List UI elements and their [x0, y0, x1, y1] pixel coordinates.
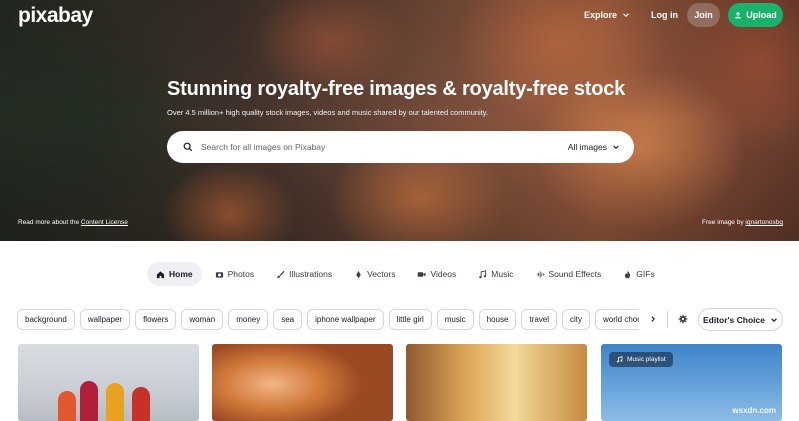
gallery-image-autumn-leaves[interactable]: [212, 344, 393, 421]
license-note: Read more about the Content License: [18, 219, 128, 226]
gif-icon: [625, 270, 631, 278]
gallery-image-market[interactable]: [406, 344, 587, 421]
upload-button[interactable]: Upload: [728, 3, 783, 27]
explore-menu[interactable]: Explore: [584, 4, 630, 26]
tab-label: Illustrations: [289, 269, 333, 279]
editors-choice-dropdown[interactable]: Editor's Choice: [698, 308, 783, 331]
tab-label: Vectors: [367, 269, 396, 279]
search-input[interactable]: [201, 142, 568, 152]
music-playlist-badge: Music playlist: [609, 352, 673, 367]
media-type-tabs: Home Photos Illustrations Vectors Videos…: [147, 262, 664, 286]
login-link[interactable]: Log in: [651, 4, 678, 26]
search-suggestion-chips: background wallpaper flowers woman money…: [17, 309, 639, 331]
chip-travel[interactable]: travel: [521, 309, 557, 330]
gear-icon: [678, 314, 688, 324]
search-icon: [183, 142, 193, 152]
tab-home[interactable]: Home: [147, 262, 202, 286]
music-icon: [616, 356, 623, 363]
video-icon: [418, 271, 426, 277]
tab-label: Sound Effects: [548, 269, 602, 279]
tab-sound-effects[interactable]: Sound Effects: [527, 262, 611, 286]
pixabay-logo[interactable]: pixabay: [18, 4, 93, 28]
brush-icon: [276, 270, 285, 278]
explore-label: Explore: [584, 10, 618, 20]
tab-vectors[interactable]: Vectors: [345, 262, 404, 286]
chip-little-girl[interactable]: little girl: [388, 309, 432, 330]
search-type-dropdown[interactable]: All images: [568, 142, 620, 152]
hero-title: Stunning royalty-free images & royalty-f…: [167, 78, 626, 100]
tab-label: Photos: [227, 269, 255, 279]
chip-wallpaper[interactable]: wallpaper: [79, 309, 131, 330]
content-license-link[interactable]: Content License: [81, 219, 128, 226]
tab-photos[interactable]: Photos: [206, 262, 263, 286]
chip-house[interactable]: house: [478, 309, 517, 330]
chip-music[interactable]: music: [436, 309, 474, 330]
camera-icon: [215, 271, 223, 278]
tab-label: Music: [491, 269, 514, 279]
chip-flowers[interactable]: flowers: [135, 309, 177, 330]
chevron-down-icon: [613, 145, 619, 149]
chips-next-button[interactable]: [646, 312, 660, 326]
watermark: wsxdn.com: [732, 406, 776, 415]
filter-settings-button[interactable]: [676, 312, 690, 326]
tab-gifs[interactable]: GIFs: [614, 262, 663, 286]
tab-illustrations[interactable]: Illustrations: [267, 262, 341, 286]
tab-videos[interactable]: Videos: [408, 262, 465, 286]
search-type-label: All images: [567, 142, 607, 152]
tab-music[interactable]: Music: [469, 262, 522, 286]
hero-subtitle: Over 4.5 million+ high quality stock ima…: [167, 108, 489, 117]
women-figures: [58, 373, 168, 421]
credit-prefix: Free image by: [702, 219, 744, 226]
chevron-right-icon: [651, 316, 655, 322]
gallery-image-women-saris[interactable]: [18, 344, 199, 421]
upload-icon: [735, 11, 742, 19]
chip-sea[interactable]: sea: [273, 309, 303, 330]
search-bar[interactable]: All images: [167, 131, 634, 163]
music-icon: [479, 269, 487, 278]
music-badge-label: Music playlist: [627, 356, 666, 363]
upload-label: Upload: [746, 10, 777, 20]
chip-money[interactable]: money: [228, 309, 269, 330]
join-button[interactable]: Join: [687, 3, 720, 27]
chip-world-chocolate-day[interactable]: world chocolate day: [595, 309, 639, 330]
home-icon: [156, 270, 165, 278]
editors-choice-label: Editor's Choice: [702, 314, 765, 325]
chip-iphone-wallpaper[interactable]: iphone wallpaper: [307, 309, 384, 330]
tab-label: GIFs: [636, 269, 655, 279]
chip-woman[interactable]: woman: [181, 309, 224, 330]
credit-author-link[interactable]: ignartonosbg: [745, 219, 783, 226]
tab-label: Home: [169, 269, 193, 279]
hero-banner: pixabay Explore Log in Join Upload Stunn…: [0, 0, 799, 241]
chevron-down-icon: [771, 317, 777, 322]
tab-label: Videos: [430, 269, 457, 279]
soundwave-icon: [536, 270, 545, 278]
vector-icon: [356, 270, 361, 278]
chip-city[interactable]: city: [562, 309, 590, 330]
chip-background[interactable]: background: [17, 309, 75, 330]
gallery-image-music-playlist[interactable]: Music playlist wsxdn.com: [601, 344, 782, 421]
chevron-down-icon: [623, 13, 629, 17]
image-credit: Free image by ignartonosbg: [702, 219, 783, 226]
license-prefix: Read more about the: [18, 219, 80, 226]
divider: [667, 311, 668, 328]
